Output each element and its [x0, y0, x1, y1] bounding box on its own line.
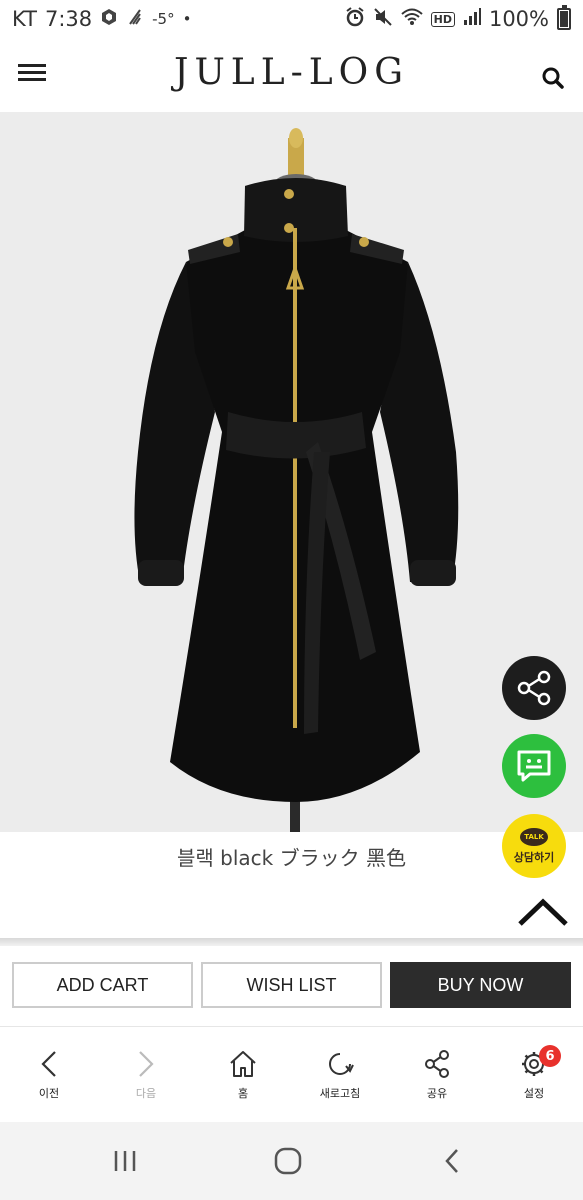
battery-percent: 100%	[488, 7, 549, 31]
home-nav-button[interactable]	[268, 1146, 308, 1176]
forward-icon	[111, 1049, 181, 1079]
refresh-icon	[305, 1049, 375, 1079]
notification-dot: •	[182, 10, 192, 28]
status-right: HD 100%	[345, 5, 571, 32]
share-icon	[402, 1049, 472, 1079]
settings-badge: 6	[539, 1045, 561, 1067]
section-divider	[0, 938, 583, 946]
browser-refresh-label: 새로고침	[319, 1087, 361, 1100]
browser-home-button[interactable]: 홈	[208, 1049, 278, 1101]
search-icon	[542, 67, 564, 89]
scroll-top-button[interactable]	[514, 894, 572, 934]
share-floating-button[interactable]	[502, 656, 566, 720]
site-header: JULL-LOG	[0, 38, 583, 112]
purchase-actions: ADD CART WISH LIST BUY NOW	[0, 946, 583, 1026]
browser-refresh-button[interactable]: 새로고침	[305, 1049, 375, 1101]
color-option-caption: 블랙 black ブラック 黑色	[177, 846, 406, 870]
temperature: -5°	[152, 10, 175, 28]
browser-share-button[interactable]: 공유	[402, 1049, 472, 1101]
back-icon	[14, 1049, 84, 1079]
browser-toolbar: 이전 다음 홈 새로고침 공유 6 설정	[0, 1026, 583, 1122]
hd-voice-badge: HD	[430, 11, 455, 27]
app-notification-icon	[100, 7, 118, 31]
signal-icon	[463, 7, 481, 31]
browser-back-label: 이전	[38, 1087, 60, 1100]
browser-settings-button[interactable]: 6 설정	[499, 1045, 569, 1101]
mute-icon	[373, 7, 393, 32]
chat-icon	[517, 750, 551, 782]
home-icon	[208, 1049, 278, 1079]
home-circle-icon	[274, 1147, 302, 1175]
add-cart-button[interactable]: ADD CART	[12, 962, 193, 1008]
site-logo[interactable]: JULL-LOG	[0, 52, 583, 93]
talk-label: 상담하기	[513, 850, 555, 864]
browser-forward-label: 다음	[135, 1087, 157, 1100]
search-button[interactable]	[541, 66, 565, 90]
browser-share-label: 공유	[426, 1087, 448, 1100]
wish-list-button[interactable]: WISH LIST	[201, 962, 382, 1008]
buy-now-button[interactable]: BUY NOW	[390, 962, 571, 1008]
browser-forward-button[interactable]: 다음	[111, 1049, 181, 1101]
system-nav-bar	[0, 1122, 583, 1200]
chat-floating-button[interactable]	[502, 734, 566, 798]
share-icon	[517, 670, 551, 706]
alarm-icon	[345, 6, 365, 32]
chevron-up-icon	[518, 898, 568, 926]
product-caption-area: 블랙 black ブラック 黑色	[0, 832, 583, 942]
browser-home-label: 홈	[237, 1087, 249, 1100]
weather-icon	[126, 7, 144, 31]
status-left: KT 7:38 -5° •	[12, 7, 191, 31]
back-arrow-icon	[445, 1149, 458, 1173]
battery-icon	[557, 5, 571, 30]
talk-badge: TALK	[520, 827, 548, 846]
carrier-label: KT	[12, 7, 37, 31]
wifi-icon	[400, 7, 423, 32]
recent-apps-icon	[114, 1151, 136, 1171]
recent-apps-button[interactable]	[105, 1146, 145, 1176]
browser-back-button[interactable]: 이전	[14, 1049, 84, 1101]
kakao-talk-button[interactable]: TALK 상담하기	[502, 814, 566, 878]
coat-illustration	[0, 112, 583, 832]
browser-settings-label: 설정	[523, 1087, 545, 1100]
clock: 7:38	[44, 7, 93, 31]
product-image	[0, 112, 583, 832]
status-bar: KT 7:38 -5° • HD 100%	[0, 0, 583, 38]
back-nav-button[interactable]	[432, 1146, 472, 1176]
